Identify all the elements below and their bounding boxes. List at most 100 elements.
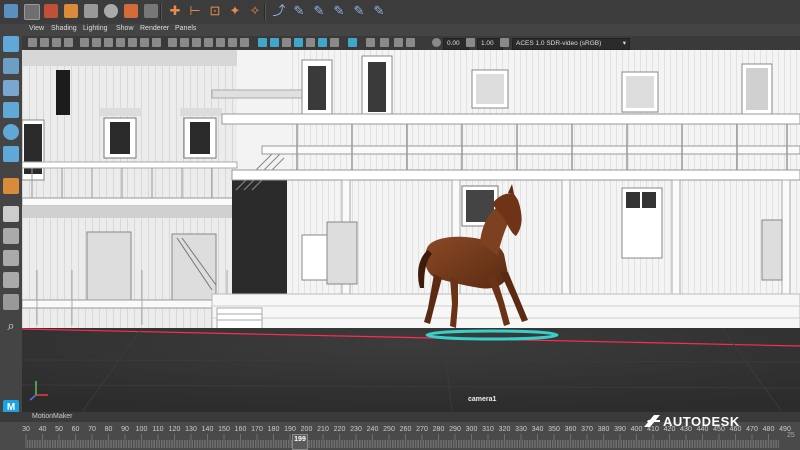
current-frame-label: 199 xyxy=(294,436,306,443)
timeline-tick-label: 360 xyxy=(564,426,577,433)
shadows-icon[interactable] xyxy=(240,38,249,47)
brush-tool-icon[interactable]: ✎ xyxy=(292,4,306,18)
end-frame-label: 25 xyxy=(787,432,795,439)
timeline-tick-label: 180 xyxy=(267,426,280,433)
shelf-separator xyxy=(160,3,162,21)
ruler-icon[interactable] xyxy=(3,178,19,194)
autodesk-mark-icon xyxy=(644,415,660,427)
use-lights-icon[interactable] xyxy=(228,38,237,47)
constraint-icon[interactable]: ✧ xyxy=(248,4,262,18)
grid-icon[interactable] xyxy=(80,38,89,47)
timeline-tick-label: 100 xyxy=(135,426,148,433)
timeline-tick-label: 380 xyxy=(597,426,610,433)
poly-cube-icon[interactable] xyxy=(4,4,18,18)
timeline-tick-label: 150 xyxy=(218,426,230,433)
menu-panels[interactable]: Panels xyxy=(175,25,196,32)
timeline-tick-label: 280 xyxy=(432,426,445,433)
list-icon[interactable] xyxy=(3,294,19,310)
screen-space-ao-icon[interactable] xyxy=(258,38,267,47)
outliner-icon[interactable] xyxy=(3,272,19,288)
ik-handle-icon[interactable]: ⊢ xyxy=(188,4,202,18)
exposure-icon[interactable] xyxy=(432,38,441,47)
brush-tool-icon[interactable]: ✎ xyxy=(372,4,386,18)
timeline-tick-label: 80 xyxy=(104,426,113,433)
hud-icon[interactable] xyxy=(366,38,375,47)
brush-tool-icon[interactable]: ✎ xyxy=(332,4,346,18)
xray-components-icon[interactable] xyxy=(330,38,339,47)
panel-menu-bar: View Shading Lighting Show Renderer Pane… xyxy=(22,24,800,36)
menu-shading[interactable]: Shading xyxy=(51,25,77,32)
hypershade-icon[interactable] xyxy=(84,4,98,18)
xray-icon[interactable] xyxy=(306,38,315,47)
motion-blur-icon[interactable] xyxy=(270,38,279,47)
camera-attr-icon[interactable] xyxy=(40,38,49,47)
color-management-icon[interactable] xyxy=(500,38,509,47)
render-view-icon[interactable] xyxy=(24,4,40,20)
sphere-tool-icon[interactable] xyxy=(104,4,118,18)
shelf-bar: ✚ ⊢ ⊡ ✦ ✧ ⤴ ✎ ✎ ✎ ✎ ✎ xyxy=(0,0,800,25)
brush-tool-icon[interactable]: ✎ xyxy=(352,4,366,18)
wire-on-shaded-icon[interactable] xyxy=(204,38,213,47)
timeline-tick-label: 30 xyxy=(22,426,30,433)
autodesk-logo: AUTODESK xyxy=(644,414,740,429)
layout-four-icon[interactable] xyxy=(3,228,19,244)
timeline-tick-label: 170 xyxy=(251,426,263,433)
textured-icon[interactable] xyxy=(216,38,225,47)
default-material-icon[interactable] xyxy=(192,38,201,47)
brush-tool-icon[interactable]: ✎ xyxy=(312,4,326,18)
bookmark-icon[interactable] xyxy=(52,38,61,47)
timeline-tick-label: 50 xyxy=(55,426,63,433)
timeline-tick-label: 210 xyxy=(317,426,329,433)
smooth-shade-icon[interactable] xyxy=(180,38,189,47)
move-tool-icon[interactable] xyxy=(3,102,19,118)
two-sided-icon[interactable] xyxy=(394,38,403,47)
dof-icon[interactable] xyxy=(294,38,303,47)
image-plane-icon[interactable] xyxy=(64,38,73,47)
film-gate-icon[interactable] xyxy=(92,38,101,47)
render-frame-icon[interactable] xyxy=(44,4,58,18)
paint-select-icon[interactable] xyxy=(3,80,19,96)
gamma-icon[interactable] xyxy=(466,38,475,47)
motion-path-icon[interactable]: ⤴ xyxy=(272,4,286,18)
layout-two-icon[interactable] xyxy=(3,250,19,266)
scale-tool-icon[interactable] xyxy=(3,146,19,162)
timeline-tick-label: 70 xyxy=(88,426,96,433)
locator-icon[interactable]: ✦ xyxy=(228,4,242,18)
rotate-tool-icon[interactable] xyxy=(3,124,19,140)
timeline-tick-label: 160 xyxy=(234,426,247,433)
field-chart-icon[interactable] xyxy=(128,38,137,47)
joint-tool-icon[interactable]: ✚ xyxy=(168,4,182,18)
layout-single-icon[interactable] xyxy=(3,206,19,222)
lock-icon[interactable] xyxy=(144,4,158,18)
timeline-tick-label: 140 xyxy=(201,426,214,433)
multisample-icon[interactable] xyxy=(282,38,291,47)
camera-label: camera1 xyxy=(468,396,497,403)
isolate-select-icon[interactable] xyxy=(348,38,357,47)
timeline-tick-label: 250 xyxy=(383,426,395,433)
view-transform-label: ACES 1.0 SDR-video (sRGB) xyxy=(516,40,602,47)
select-tool-icon[interactable] xyxy=(3,36,19,52)
xray-joints-icon[interactable] xyxy=(318,38,327,47)
lasso-tool-icon[interactable] xyxy=(3,58,19,74)
wireframe-icon[interactable] xyxy=(168,38,177,47)
menu-lighting[interactable]: Lighting xyxy=(83,25,108,32)
gate-mask-icon[interactable] xyxy=(116,38,125,47)
timeline-tick-label: 390 xyxy=(614,426,626,433)
backface-icon[interactable] xyxy=(406,38,415,47)
ipr-render-icon[interactable] xyxy=(64,4,78,18)
menu-renderer[interactable]: Renderer xyxy=(140,25,169,32)
resolution-gate-icon[interactable] xyxy=(104,38,113,47)
menu-show[interactable]: Show xyxy=(116,25,134,32)
search-icon[interactable]: ⌕ xyxy=(3,318,19,334)
safe-action-icon[interactable] xyxy=(140,38,149,47)
viewport[interactable]: camera1 xyxy=(22,50,800,412)
safe-title-icon[interactable] xyxy=(152,38,161,47)
render-settings-icon[interactable] xyxy=(124,4,138,18)
camera-sequencer-icon[interactable] xyxy=(380,38,389,47)
timeline-tick-label: 300 xyxy=(465,426,478,433)
bind-skin-icon[interactable]: ⊡ xyxy=(208,4,222,18)
timeline-tick-label: 330 xyxy=(515,426,527,433)
view-transform-dropdown[interactable]: ACES 1.0 SDR-video (sRGB) ▾ xyxy=(512,38,630,50)
menu-view[interactable]: View xyxy=(29,25,44,32)
camera-select-icon[interactable] xyxy=(28,38,37,47)
